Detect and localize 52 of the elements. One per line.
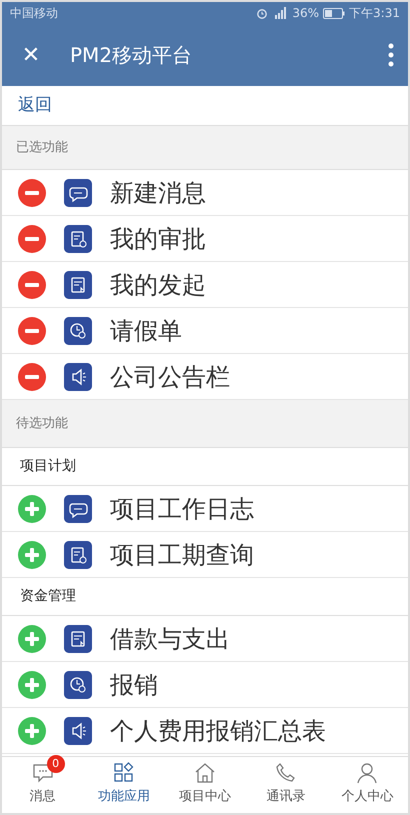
- function-label[interactable]: 公司公告栏: [110, 358, 230, 394]
- carrier-name: 中国移动: [10, 5, 58, 22]
- app-icon: [64, 716, 92, 744]
- person-icon: [355, 761, 380, 785]
- tab-bar-item[interactable]: 通讯录: [246, 757, 327, 813]
- group-header: 资金管理: [2, 578, 408, 616]
- battery-icon: [323, 8, 346, 18]
- function-label[interactable]: 我的审批: [110, 220, 206, 256]
- app-icon: [64, 224, 92, 252]
- app-icon: [64, 178, 92, 206]
- tab-bar-item[interactable]: 消息 0: [2, 757, 84, 813]
- function-label[interactable]: 借款与支出: [110, 620, 230, 656]
- section-header: 已选功能: [2, 126, 408, 170]
- app-icon: [64, 624, 92, 652]
- function-label[interactable]: 请假单: [110, 312, 182, 348]
- more-menu-icon[interactable]: [388, 43, 394, 67]
- function-label[interactable]: 报销: [110, 666, 158, 702]
- battery-percent: 36%: [292, 5, 320, 22]
- clock-time: 下午3:31: [349, 5, 400, 22]
- app-icon: [64, 670, 92, 698]
- function-label[interactable]: 个人费用报销汇总表: [110, 712, 326, 748]
- tab-bar-item[interactable]: 项目中心: [164, 757, 246, 813]
- app-icon: [64, 540, 92, 568]
- signal-icon: [272, 7, 288, 19]
- section-header: 待选功能: [2, 400, 408, 448]
- add-icon[interactable]: [18, 716, 46, 744]
- page-title: PM2移动平台: [70, 42, 194, 69]
- function-label[interactable]: 项目工作日志: [110, 490, 254, 526]
- add-icon[interactable]: [18, 624, 46, 652]
- remove-icon[interactable]: [18, 362, 46, 390]
- add-icon[interactable]: [18, 494, 46, 522]
- app-icon: [64, 270, 92, 298]
- remove-icon[interactable]: [18, 178, 46, 206]
- add-icon[interactable]: [18, 670, 46, 698]
- remove-icon[interactable]: [18, 224, 46, 252]
- app-icon: [64, 494, 92, 522]
- alarm-icon: [256, 7, 268, 19]
- remove-icon[interactable]: [18, 270, 46, 298]
- back-link[interactable]: 返回: [18, 92, 52, 118]
- function-label[interactable]: 新建消息: [110, 174, 206, 210]
- group-header: 项目计划: [2, 448, 408, 486]
- tab-bar-item[interactable]: 功能应用: [83, 757, 164, 813]
- remove-icon[interactable]: [18, 316, 46, 344]
- function-label[interactable]: 我的发起: [110, 266, 206, 302]
- app-icon: [64, 316, 92, 344]
- add-icon[interactable]: [18, 540, 46, 568]
- app-icon: [64, 362, 92, 390]
- close-button[interactable]: ✕: [16, 38, 46, 72]
- home-icon: [193, 761, 217, 785]
- function-label[interactable]: 项目工期查询: [110, 536, 254, 572]
- unread-count: 0: [46, 755, 65, 773]
- tab-bar-item[interactable]: 个人中心: [326, 757, 408, 813]
